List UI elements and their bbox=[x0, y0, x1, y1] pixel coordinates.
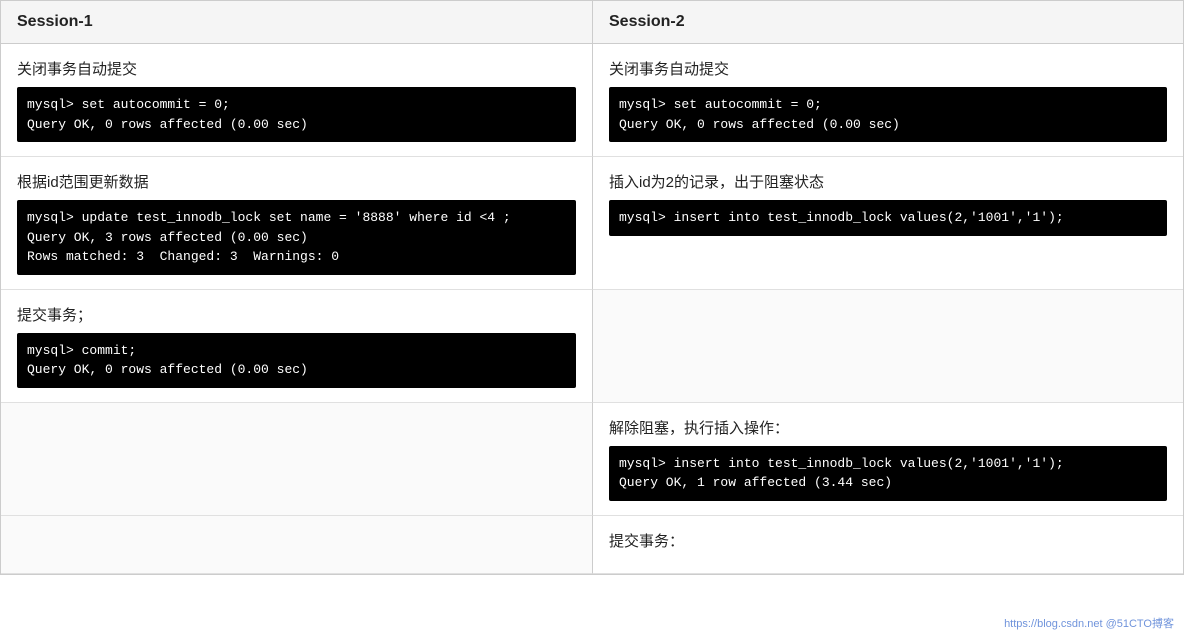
row3-left-code: mysql> commit; Query OK, 0 rows affected… bbox=[17, 333, 576, 388]
row2-left-label: 根据id范围更新数据 bbox=[17, 171, 576, 192]
row1-left-label: 关闭事务自动提交 bbox=[17, 58, 576, 79]
row1-left-code: mysql> set autocommit = 0; Query OK, 0 r… bbox=[17, 87, 576, 142]
row4-right-label: 解除阻塞，执行插入操作： bbox=[609, 417, 1167, 438]
row3-right bbox=[592, 290, 1183, 403]
row2-right: 插入id为2的记录，出于阻塞状态 mysql> insert into test… bbox=[592, 157, 1183, 290]
row4-right-code: mysql> insert into test_innodb_lock valu… bbox=[609, 446, 1167, 501]
row4-left bbox=[1, 403, 592, 516]
row5-right: 提交事务： bbox=[592, 516, 1183, 574]
row1-right: 关闭事务自动提交 mysql> set autocommit = 0; Quer… bbox=[592, 44, 1183, 157]
row1-right-code: mysql> set autocommit = 0; Query OK, 0 r… bbox=[609, 87, 1167, 142]
row2-right-code: mysql> insert into test_innodb_lock valu… bbox=[609, 200, 1167, 236]
row2-right-label: 插入id为2的记录，出于阻塞状态 bbox=[609, 171, 1167, 192]
row4-right: 解除阻塞，执行插入操作： mysql> insert into test_inn… bbox=[592, 403, 1183, 516]
session1-header: Session-1 bbox=[1, 1, 592, 44]
row2-left-code: mysql> update test_innodb_lock set name … bbox=[17, 200, 576, 275]
row5-left bbox=[1, 516, 592, 574]
row1-right-label: 关闭事务自动提交 bbox=[609, 58, 1167, 79]
row3-left: 提交事务； mysql> commit; Query OK, 0 rows af… bbox=[1, 290, 592, 403]
row3-left-label: 提交事务； bbox=[17, 304, 576, 325]
session2-header: Session-2 bbox=[592, 1, 1183, 44]
row2-left: 根据id范围更新数据 mysql> update test_innodb_loc… bbox=[1, 157, 592, 290]
row5-right-label: 提交事务： bbox=[609, 530, 1167, 551]
row1-left: 关闭事务自动提交 mysql> set autocommit = 0; Quer… bbox=[1, 44, 592, 157]
main-container: Session-1 Session-2 关闭事务自动提交 mysql> set … bbox=[0, 0, 1184, 575]
watermark: https://blog.csdn.net @51CTO搏客 bbox=[1004, 615, 1174, 631]
